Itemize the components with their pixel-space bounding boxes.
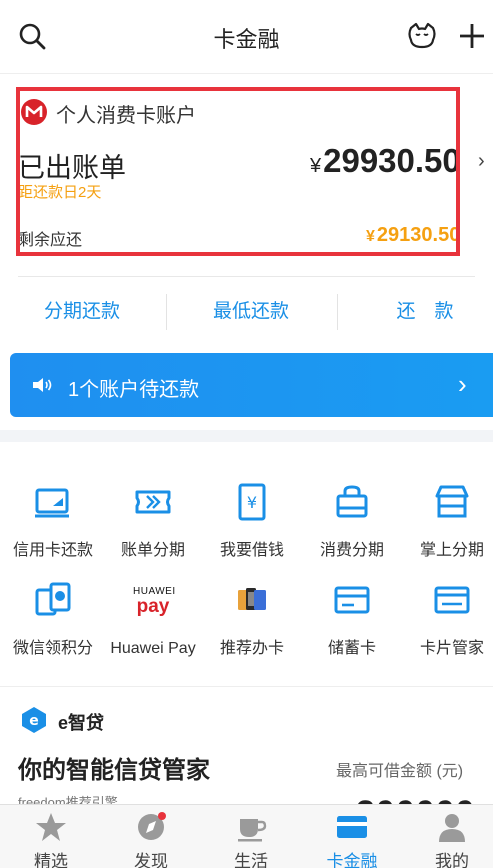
borrow-money-icon: ¥ (238, 483, 266, 521)
loan-max-label: 最高可借金额 (元) (336, 763, 464, 780)
cat-mascot-icon[interactable] (406, 20, 438, 52)
installment-repay-button[interactable]: 分期还款 (0, 290, 164, 334)
loan-headline: 你的智能信贷管家 (18, 757, 210, 784)
divider (18, 276, 475, 277)
compass-icon (138, 812, 166, 840)
section-divider (0, 686, 493, 687)
grid-item-huawei-pay[interactable]: HUAWEI pay Huawei Pay (104, 580, 202, 658)
grid-label: 消费分期 (319, 542, 384, 559)
card-manager-icon (434, 586, 470, 614)
grid-item-store-installment[interactable]: 掌上分期 (403, 482, 493, 560)
section-gap (0, 430, 493, 442)
coffee-cup-icon (238, 819, 267, 842)
svg-text:¥: ¥ (247, 493, 257, 512)
grid-label: Huawei Pay (110, 640, 196, 657)
grid-label: 推荐办卡 (219, 640, 284, 657)
tab-label: 卡金融 (326, 852, 378, 868)
wechat-points-icon (35, 582, 71, 616)
grid-label: 卡片管家 (419, 640, 484, 657)
chevron-right-icon[interactable]: › (478, 150, 485, 173)
svg-text:e: e (29, 713, 39, 729)
highlight-frame (16, 87, 460, 256)
person-icon (439, 814, 465, 842)
recommend-card-icon (238, 588, 266, 610)
tab-featured[interactable]: 精选 (2, 805, 100, 868)
grid-label: 掌上分期 (419, 542, 484, 559)
star-icon (36, 813, 66, 841)
tab-discover[interactable]: 发现 (102, 805, 200, 868)
pending-repayment-banner[interactable]: 1个账户待还款 › (10, 353, 493, 417)
tab-label: 生活 (234, 852, 268, 868)
tab-label: 我的 (435, 852, 469, 868)
grid-item-recommend-card[interactable]: 推荐办卡 (203, 580, 301, 658)
chevron-right-icon: › (458, 369, 467, 399)
divider (337, 294, 338, 330)
grid-label: 账单分期 (120, 542, 185, 559)
tab-label: 精选 (34, 852, 68, 868)
grid-label: 微信领积分 (12, 640, 93, 657)
tab-label: 发现 (134, 852, 168, 868)
grid-label: 信用卡还款 (12, 542, 93, 559)
loan-product-name: e智贷 (58, 713, 105, 733)
grid-item-borrow-money[interactable]: ¥ 我要借钱 (203, 482, 301, 560)
store-installment-icon (435, 485, 469, 518)
tab-card-finance[interactable]: 卡金融 (303, 805, 401, 868)
grid-item-credit-card-repay[interactable]: 信用卡还款 (4, 482, 102, 560)
speaker-icon (33, 378, 52, 392)
bottom-tab-bar: 精选 发现 生活 卡金融 我的 (0, 804, 493, 868)
shopping-installment-icon (336, 485, 368, 518)
tab-mine[interactable]: 我的 (403, 805, 493, 868)
debit-card-icon (334, 586, 370, 614)
tab-life[interactable]: 生活 (202, 805, 300, 868)
plus-icon[interactable] (456, 20, 488, 52)
grid-item-wechat-points[interactable]: 微信领积分 (4, 580, 102, 658)
divider (166, 294, 167, 330)
top-bar: 卡金融 (0, 0, 493, 74)
minimum-repay-button[interactable]: 最低还款 (168, 290, 334, 334)
repay-button[interactable]: 还 款 (340, 290, 493, 334)
e-loan-logo-icon: e (22, 707, 46, 733)
pay-logo-text: pay (136, 596, 170, 617)
grid-item-shopping-installment[interactable]: 消费分期 (303, 482, 401, 560)
card-icon (337, 816, 367, 838)
banner-text: 1个账户待还款 (68, 379, 200, 401)
credit-card-repay-icon (35, 488, 69, 518)
grid-label: 我要借钱 (219, 542, 284, 559)
bill-installment-icon (135, 490, 171, 514)
grid-item-bill-installment[interactable]: 账单分期 (104, 482, 202, 560)
grid-item-card-manager[interactable]: 卡片管家 (403, 580, 493, 658)
grid-label: 储蓄卡 (327, 640, 376, 657)
grid-item-debit-card[interactable]: 储蓄卡 (303, 580, 401, 658)
repayment-actions: 分期还款 最低还款 还 款 (0, 290, 493, 334)
huawei-pay-icon: HUAWEI pay (133, 586, 175, 626)
